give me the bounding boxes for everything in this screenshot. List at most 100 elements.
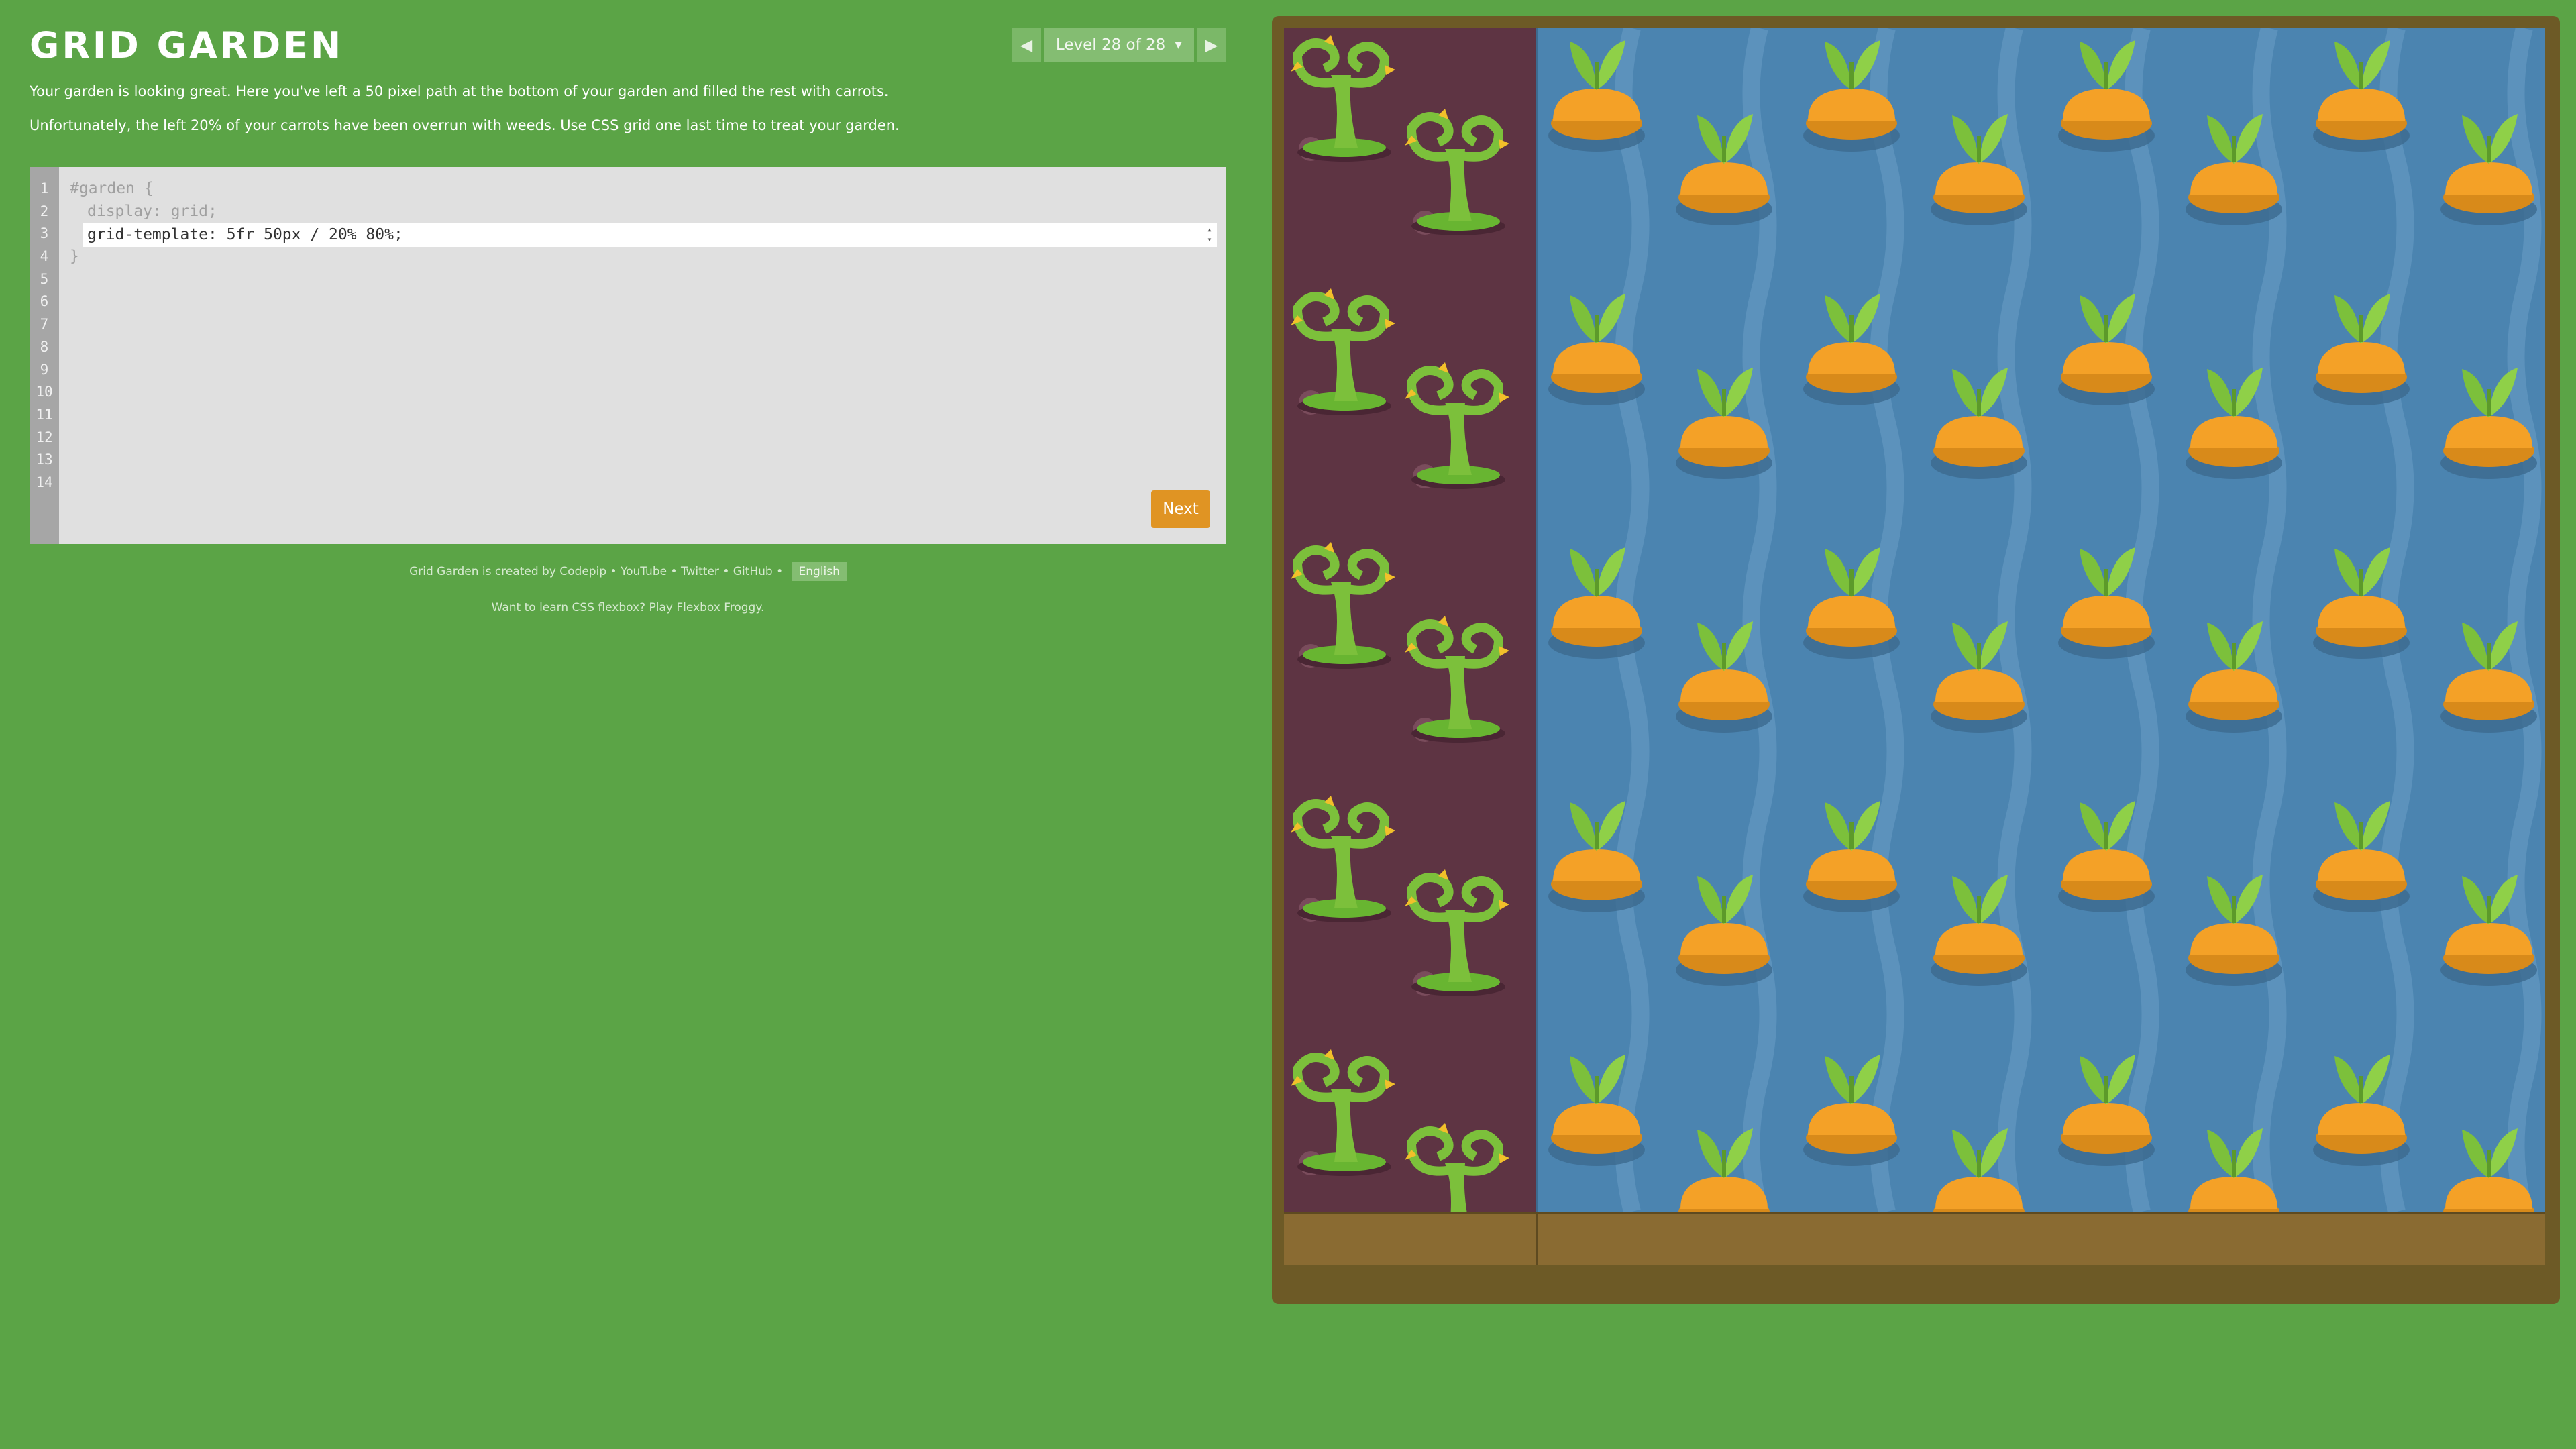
previous-level-button[interactable]: ◀ (1012, 28, 1041, 62)
credits: Grid Garden is created by Codepip • YouT… (30, 562, 1226, 581)
carrot-icon (1803, 547, 1900, 659)
weeds-area (1284, 28, 1536, 1212)
codepip-link[interactable]: Codepip (559, 565, 606, 578)
line-number: 5 (40, 270, 49, 287)
carrot-icon (1931, 368, 2027, 479)
code-line-selector: #garden { (70, 180, 154, 197)
weed-icon (1405, 109, 1509, 235)
youtube-link[interactable]: YouTube (621, 565, 667, 578)
carrot-icon (2058, 801, 2155, 912)
carrot-icon (2440, 621, 2537, 733)
line-number: 4 (40, 248, 49, 265)
level-selector[interactable]: Level 28 of 28 ▼ (1044, 28, 1194, 62)
weed-icon (1405, 869, 1509, 996)
weed-icon (1291, 288, 1395, 415)
promo-line: Want to learn CSS flexbox? Play Flexbox … (30, 601, 1226, 614)
garden-board (1272, 16, 2560, 1304)
line-number: 6 (40, 293, 49, 310)
carrot-icon (2058, 1055, 2155, 1166)
carrot-icon (1931, 114, 2027, 225)
carrot-icon (2186, 114, 2282, 225)
line-number: 1 (40, 180, 49, 197)
separator: • (670, 565, 678, 578)
carrot-icon (1548, 547, 1645, 659)
carrot-icon (2313, 294, 2410, 405)
carrot-icon (1678, 1128, 1770, 1212)
instruction-paragraph: Your garden is looking great. Here you'v… (30, 83, 889, 99)
carrot-icon (1548, 40, 1645, 152)
weed-icon (1291, 1049, 1395, 1176)
css-code-input[interactable] (83, 223, 1217, 247)
caret-down-icon: ▼ (1175, 40, 1183, 50)
carrot-icon (2313, 547, 2410, 659)
credits-text: Grid Garden is created by (409, 565, 556, 578)
line-number: 8 (40, 338, 49, 355)
next-button[interactable]: Next (1151, 490, 1210, 528)
line-number: 3 (40, 225, 49, 242)
promo-text: Want to learn CSS flexbox? Play (491, 601, 673, 614)
carrot-icon (1803, 1055, 1900, 1166)
next-level-button[interactable]: ▶ (1197, 28, 1226, 62)
carrot-icon (1676, 875, 1772, 986)
garden-grid (1284, 28, 2545, 1265)
weed-icon (1291, 542, 1395, 669)
separator: • (610, 565, 617, 578)
carrot-icon (2313, 801, 2410, 912)
carrot-icon (1548, 294, 1645, 405)
carrot-icon (1676, 368, 1772, 479)
twitter-link[interactable]: Twitter (681, 565, 719, 578)
carrots-area (1536, 28, 2545, 1212)
carrot-icon (2058, 547, 2155, 659)
carrot-icon (1933, 1128, 2025, 1212)
line-number: 12 (36, 429, 53, 445)
instruction-paragraph: Unfortunately, the left 20% of your carr… (30, 117, 900, 133)
carrot-icon (1676, 621, 1772, 733)
weed-icon (1291, 35, 1395, 162)
line-number: 9 (40, 361, 49, 378)
garden-path (1536, 1212, 2545, 1265)
carrot-icon (1548, 801, 1645, 912)
carrot-icon (2313, 1055, 2410, 1166)
carrot-icon (2440, 368, 2537, 479)
separator: • (722, 565, 730, 578)
promo-end: . (760, 601, 765, 614)
weed-icon (1405, 362, 1509, 489)
line-number: 2 (40, 203, 49, 219)
garden-path (1284, 1212, 1536, 1265)
line-number: 11 (36, 406, 53, 423)
carrot-icon (2186, 621, 2282, 733)
level-navigation: ◀ Level 28 of 28 ▼ ▶ (1012, 28, 1226, 62)
carrot-icon (2440, 114, 2537, 225)
page-title: GRID GARDEN (30, 24, 344, 66)
language-selector[interactable]: English (792, 562, 847, 581)
code-line-close: } (70, 248, 79, 266)
flexbox-froggy-link[interactable]: Flexbox Froggy (676, 601, 761, 614)
code-editor: 1 2 3 4 5 6 7 8 9 10 11 12 13 14 #garden… (30, 167, 1226, 544)
line-number: 13 (36, 451, 53, 468)
triangle-right-icon: ▶ (1205, 36, 1218, 54)
code-line-display: display: grid; (87, 202, 217, 220)
triangle-left-icon: ◀ (1020, 36, 1033, 54)
carrot-icon (2440, 875, 2537, 986)
line-number-gutter: 1 2 3 4 5 6 7 8 9 10 11 12 13 14 (30, 167, 59, 544)
line-number: 14 (36, 474, 53, 490)
carrot-icon (2443, 1128, 2534, 1212)
carrot-icon (1803, 801, 1900, 912)
separator: • (776, 565, 784, 578)
weed-icon (1291, 796, 1395, 922)
carrot-icon (1931, 875, 2027, 986)
carrot-icon (1548, 1055, 1645, 1166)
github-link[interactable]: GitHub (733, 565, 773, 578)
carrot-icon (2313, 40, 2410, 152)
carrot-icon (2188, 1128, 2279, 1212)
line-number: 7 (40, 316, 49, 333)
weed-icon (1405, 616, 1509, 743)
line-number: 10 (36, 384, 53, 400)
resize-arrows-icon: ▴ ▾ (1207, 225, 1212, 244)
code-area: #garden { display: grid; } ▴▾ Next (59, 167, 1226, 544)
carrot-icon (2058, 294, 2155, 405)
carrot-icon (1803, 294, 1900, 405)
carrot-icon (2186, 368, 2282, 479)
level-label: Level 28 of 28 (1055, 36, 1166, 54)
carrot-icon (2058, 40, 2155, 152)
